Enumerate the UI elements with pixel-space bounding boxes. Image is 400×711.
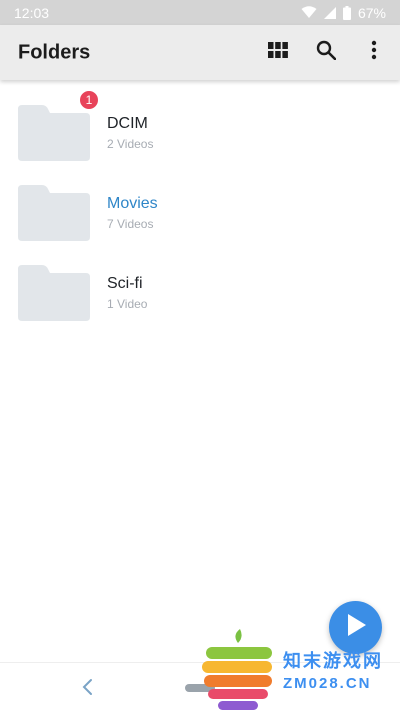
- search-button[interactable]: [314, 40, 338, 65]
- wifi-icon: [301, 6, 317, 19]
- app-bar-actions: [266, 25, 386, 80]
- battery-percent: 67%: [357, 4, 386, 21]
- back-chevron-icon[interactable]: [78, 677, 98, 697]
- folder-icon: [18, 105, 90, 161]
- grid-view-icon: [268, 42, 288, 63]
- folder-video-count: 1 Video: [107, 297, 148, 311]
- app-bar: Folders: [0, 25, 400, 80]
- more-options-button[interactable]: [362, 40, 386, 65]
- watermark-url: ZM028.CN: [283, 675, 372, 692]
- folder-text: Sci-fi 1 Video: [107, 275, 147, 311]
- folder-text: DCIM 2 Videos: [107, 115, 153, 151]
- watermark: 知末游戏网 ZM028.CN: [198, 625, 400, 711]
- new-count-badge: 1: [78, 89, 100, 111]
- status-time: 12:03: [14, 4, 50, 21]
- status-bar: 12:03 67%: [0, 0, 400, 25]
- battery-icon: [342, 5, 351, 20]
- folder-icon: [18, 265, 90, 321]
- status-icons: 67%: [301, 5, 386, 21]
- folder-video-count: 2 Videos: [107, 137, 154, 151]
- apple-logo-icon: [198, 625, 278, 711]
- more-vert-icon: [371, 40, 377, 65]
- folder-item-sci-fi[interactable]: Sci-fi 1 Video: [0, 255, 400, 335]
- folder-list: DCIM 2 Videos Movies 7 Videos Sci-fi 1 V…: [0, 95, 400, 335]
- folder-name: Movies: [107, 195, 158, 212]
- folder-icon: [18, 185, 90, 241]
- folder-item-movies[interactable]: Movies 7 Videos: [0, 175, 400, 255]
- folder-text: Movies 7 Videos: [107, 195, 158, 231]
- search-icon: [316, 40, 337, 65]
- page-title: Folders: [18, 41, 91, 63]
- folder-item-dcim[interactable]: DCIM 2 Videos: [0, 95, 400, 175]
- folder-video-count: 7 Videos: [107, 217, 154, 231]
- folder-name: Sci-fi: [107, 275, 143, 292]
- grid-view-button[interactable]: [266, 41, 290, 65]
- cell-signal-icon: [323, 6, 336, 19]
- watermark-text: 知末游戏网: [283, 651, 383, 671]
- folder-name: DCIM: [107, 115, 148, 132]
